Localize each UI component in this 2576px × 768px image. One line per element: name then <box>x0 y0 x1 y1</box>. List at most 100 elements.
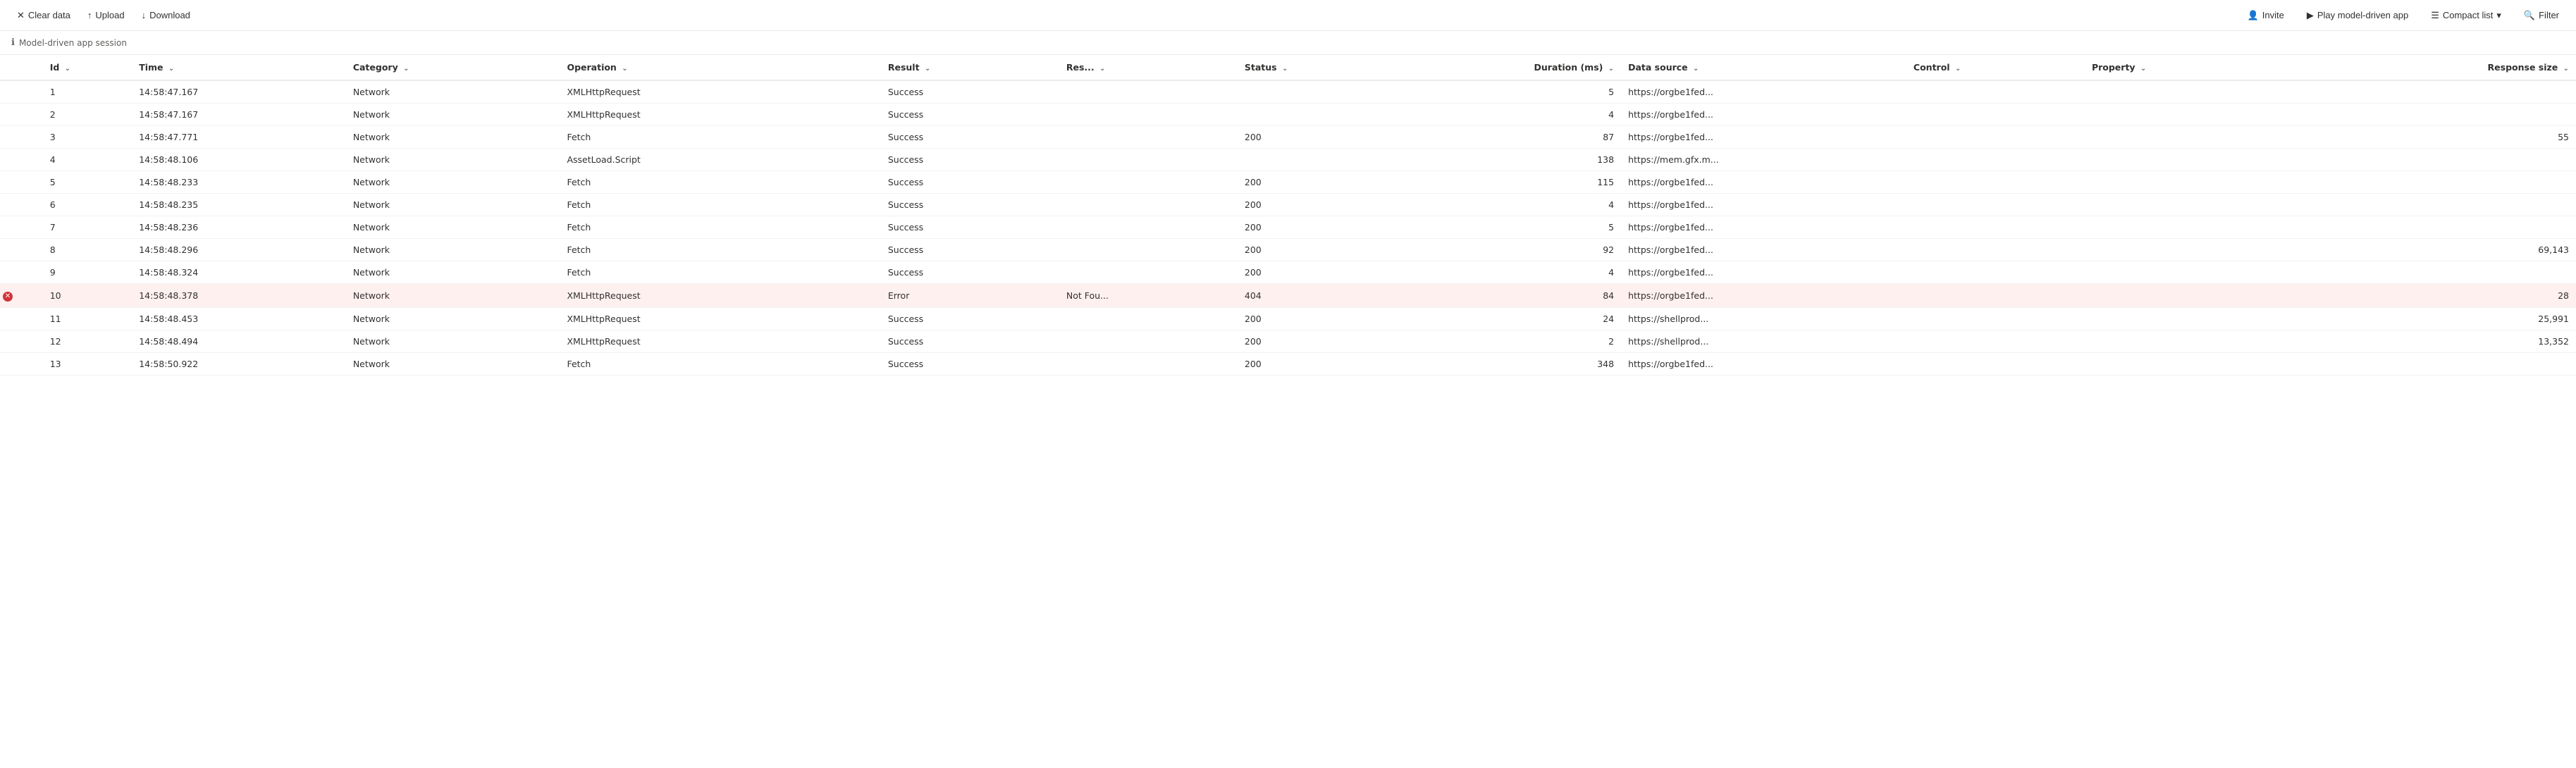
cell-datasource: https://orgbe1fed... <box>1621 261 1906 284</box>
cell-duration: 4 <box>1383 261 1621 284</box>
table-row[interactable]: 1114:58:48.453NetworkXMLHttpRequestSucce… <box>0 308 2576 330</box>
cell-datasource: https://orgbe1fed... <box>1621 80 1906 104</box>
sort-icon-category: ⌄ <box>403 65 409 73</box>
cell-status <box>1238 104 1383 126</box>
table-row[interactable]: 1314:58:50.922NetworkFetchSuccess200348h… <box>0 353 2576 376</box>
th-status[interactable]: Status ⌄ <box>1238 55 1383 80</box>
cell-res <box>1059 216 1238 239</box>
cell-datasource: https://orgbe1fed... <box>1621 171 1906 194</box>
session-text: Model-driven app session <box>19 38 127 48</box>
cell-result: Success <box>881 171 1059 194</box>
th-control[interactable]: Control ⌄ <box>1906 55 2085 80</box>
cell-time: 14:58:48.236 <box>132 216 346 239</box>
toolbar-right: 👤 Invite ▶ Play model-driven app ☰ Compa… <box>2242 7 2565 24</box>
cell-responsesize <box>2334 171 2576 194</box>
cell-property <box>2085 194 2334 216</box>
cell-property <box>2085 104 2334 126</box>
sort-icon-operation: ⌄ <box>622 65 627 73</box>
sort-icon-responsesize: ⌄ <box>2563 65 2569 73</box>
table-row[interactable]: 314:58:47.771NetworkFetchSuccess20087htt… <box>0 126 2576 149</box>
play-icon: ▶ <box>2307 10 2314 21</box>
filter-button[interactable]: 🔍 Filter <box>2518 7 2565 24</box>
th-datasource[interactable]: Data source ⌄ <box>1621 55 1906 80</box>
cell-property <box>2085 149 2334 171</box>
cell-operation: XMLHttpRequest <box>560 308 880 330</box>
cell-property <box>2085 239 2334 261</box>
th-category[interactable]: Category ⌄ <box>346 55 560 80</box>
cell-control <box>1906 194 2085 216</box>
cell-result: Error <box>881 284 1059 308</box>
cell-status: 404 <box>1238 284 1383 308</box>
table-row[interactable]: 614:58:48.235NetworkFetchSuccess2004http… <box>0 194 2576 216</box>
download-icon: ↓ <box>142 10 147 20</box>
cell-status: 200 <box>1238 171 1383 194</box>
cell-res <box>1059 149 1238 171</box>
cell-property <box>2085 261 2334 284</box>
cell-status: 200 <box>1238 216 1383 239</box>
play-model-driven-app-label: Play model-driven app <box>2317 10 2408 20</box>
cell-id: 10 <box>43 284 133 308</box>
table-row[interactable]: 714:58:48.236NetworkFetchSuccess2005http… <box>0 216 2576 239</box>
th-result[interactable]: Result ⌄ <box>881 55 1059 80</box>
table-row[interactable]: 1214:58:48.494NetworkXMLHttpRequestSucce… <box>0 330 2576 353</box>
cell-operation: Fetch <box>560 216 880 239</box>
play-model-driven-app-button[interactable]: ▶ Play model-driven app <box>2301 7 2414 24</box>
cell-responsesize: 25,991 <box>2334 308 2576 330</box>
table-row[interactable]: 114:58:47.167NetworkXMLHttpRequestSucces… <box>0 80 2576 104</box>
th-duration[interactable]: Duration (ms) ⌄ <box>1383 55 1621 80</box>
cell-category: Network <box>346 80 560 104</box>
invite-button[interactable]: 👤 Invite <box>2242 7 2290 24</box>
th-operation[interactable]: Operation ⌄ <box>560 55 880 80</box>
cell-duration: 138 <box>1383 149 1621 171</box>
table-row[interactable]: 514:58:48.233NetworkFetchSuccess200115ht… <box>0 171 2576 194</box>
cell-res: Not Fou... <box>1059 284 1238 308</box>
compact-list-button[interactable]: ☰ Compact list ▾ <box>2425 7 2507 24</box>
table-row[interactable]: 414:58:48.106NetworkAssetLoad.ScriptSucc… <box>0 149 2576 171</box>
row-error-indicator-cell <box>0 261 43 284</box>
cell-id: 9 <box>43 261 133 284</box>
clear-data-button[interactable]: ✕ Clear data <box>11 7 76 24</box>
th-time[interactable]: Time ⌄ <box>132 55 346 80</box>
cell-responsesize: 13,352 <box>2334 330 2576 353</box>
row-error-indicator-cell: ✕ <box>0 284 43 308</box>
table-row[interactable]: 814:58:48.296NetworkFetchSuccess20092htt… <box>0 239 2576 261</box>
cell-responsesize: 28 <box>2334 284 2576 308</box>
cell-property <box>2085 171 2334 194</box>
data-table: Id ⌄ Time ⌄ Category ⌄ Operation ⌄ Resul… <box>0 55 2576 376</box>
cell-result: Success <box>881 104 1059 126</box>
cell-duration: 84 <box>1383 284 1621 308</box>
cell-control <box>1906 171 2085 194</box>
th-property[interactable]: Property ⌄ <box>2085 55 2334 80</box>
cell-time: 14:58:48.296 <box>132 239 346 261</box>
cell-operation: Fetch <box>560 353 880 376</box>
cell-time: 14:58:50.922 <box>132 353 346 376</box>
cell-responsesize <box>2334 149 2576 171</box>
row-error-indicator-cell <box>0 216 43 239</box>
cell-operation: XMLHttpRequest <box>560 104 880 126</box>
cell-category: Network <box>346 149 560 171</box>
th-res[interactable]: Res... ⌄ <box>1059 55 1238 80</box>
row-error-indicator-cell <box>0 308 43 330</box>
cell-time: 14:58:47.771 <box>132 126 346 149</box>
download-button[interactable]: ↓ Download <box>136 7 196 23</box>
cell-res <box>1059 80 1238 104</box>
compact-list-icon: ☰ <box>2431 10 2439 21</box>
table-row[interactable]: ✕1014:58:48.378NetworkXMLHttpRequestErro… <box>0 284 2576 308</box>
table-row[interactable]: 214:58:47.167NetworkXMLHttpRequestSucces… <box>0 104 2576 126</box>
upload-button[interactable]: ↑ Upload <box>82 7 130 23</box>
cell-status: 200 <box>1238 126 1383 149</box>
cell-responsesize <box>2334 353 2576 376</box>
th-id[interactable]: Id ⌄ <box>43 55 133 80</box>
table-row[interactable]: 914:58:48.324NetworkFetchSuccess2004http… <box>0 261 2576 284</box>
cell-res <box>1059 261 1238 284</box>
cell-property <box>2085 216 2334 239</box>
th-responsesize[interactable]: Response size ⌄ <box>2334 55 2576 80</box>
cell-duration: 5 <box>1383 216 1621 239</box>
cell-id: 12 <box>43 330 133 353</box>
sort-icon-property: ⌄ <box>2140 65 2146 73</box>
cell-operation: Fetch <box>560 261 880 284</box>
th-indicator <box>0 55 43 80</box>
upload-label: Upload <box>95 10 124 20</box>
cell-id: 2 <box>43 104 133 126</box>
row-error-indicator-cell <box>0 80 43 104</box>
